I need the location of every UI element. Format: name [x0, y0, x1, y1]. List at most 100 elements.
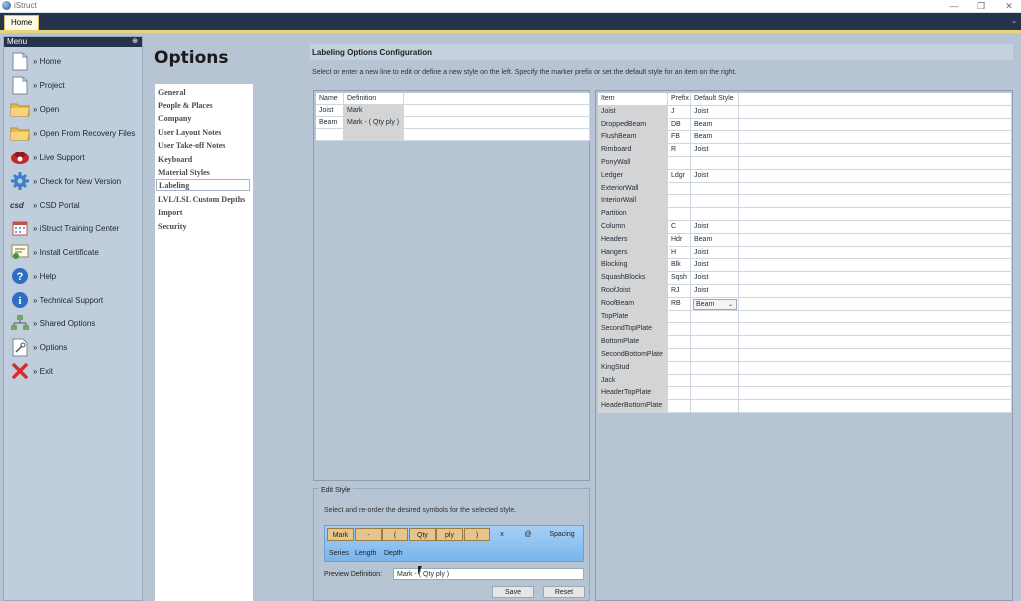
options-nav-user-take-off-notes[interactable]: User Take-off Notes: [158, 141, 225, 150]
style-cell[interactable]: Joist: [691, 220, 739, 233]
style-cell[interactable]: [691, 336, 739, 349]
style-cell[interactable]: Joist: [691, 259, 739, 272]
item-table-row[interactable]: PonyWall: [598, 156, 1012, 170]
item-table-row[interactable]: HeaderTopPlate: [598, 387, 1012, 401]
item-table-row[interactable]: DroppedBeam DB Beam: [598, 118, 1012, 132]
symbol-chip[interactable]: Series: [329, 548, 349, 559]
style-definition-cell[interactable]: [344, 129, 404, 140]
item-table-row[interactable]: Jack: [598, 374, 1012, 388]
style-cell[interactable]: [691, 182, 739, 195]
style-cell[interactable]: [691, 310, 739, 323]
prefix-cell[interactable]: RJ: [668, 284, 691, 297]
save-button[interactable]: Save: [492, 586, 534, 598]
style-cell[interactable]: Joist: [691, 284, 739, 297]
style-cell[interactable]: [691, 208, 739, 221]
item-table-row[interactable]: TopPlate: [598, 310, 1012, 324]
style-name-cell[interactable]: [316, 129, 344, 140]
prefix-cell[interactable]: [668, 374, 691, 387]
close-button[interactable]: ✕: [1001, 0, 1017, 12]
prefix-cell[interactable]: [668, 323, 691, 336]
options-nav-company[interactable]: Company: [158, 114, 191, 123]
prefix-cell[interactable]: Ldgr: [668, 169, 691, 182]
style-cell[interactable]: Beam: [691, 233, 739, 246]
item-table-row[interactable]: Partition: [598, 208, 1012, 221]
symbol-chip[interactable]: x: [492, 528, 512, 541]
filler-cell[interactable]: [404, 117, 590, 128]
style-cell[interactable]: Joist: [691, 169, 739, 182]
style-cell[interactable]: Beam: [691, 118, 739, 131]
prefix-cell[interactable]: RB: [668, 297, 691, 310]
item-table-row[interactable]: KingStud: [598, 361, 1012, 375]
item-table-row[interactable]: BottomPlate: [598, 336, 1012, 349]
style-cell[interactable]: [691, 361, 739, 374]
prefix-cell[interactable]: Blk: [668, 259, 691, 272]
prefix-cell[interactable]: R: [668, 144, 691, 157]
symbol-chip[interactable]: Qty: [409, 528, 436, 541]
menu-item-project[interactable]: » Project: [10, 74, 140, 96]
menu-item-istruct-training-center[interactable]: » iStruct Training Center: [10, 217, 140, 239]
item-table-row[interactable]: Hangers H Joist: [598, 246, 1012, 260]
prefix-cell[interactable]: Sqsh: [668, 272, 691, 285]
style-cell[interactable]: [691, 323, 739, 336]
menu-item-install-certificate[interactable]: » Install Certificate: [10, 241, 140, 263]
prefix-cell[interactable]: FB: [668, 131, 691, 144]
menu-item-shared-options[interactable]: » Shared Options: [10, 312, 140, 334]
item-table-row[interactable]: SecondTopPlate: [598, 323, 1012, 337]
item-table-row[interactable]: HeaderBottomPlate: [598, 400, 1012, 413]
symbol-chip[interactable]: Spacing: [543, 528, 581, 541]
style-cell[interactable]: Joist: [691, 246, 739, 259]
options-nav-material-styles[interactable]: Material Styles: [158, 168, 210, 177]
minimize-button[interactable]: —: [946, 0, 962, 12]
prefix-cell[interactable]: [668, 156, 691, 169]
item-table-row[interactable]: ExteriorWall: [598, 182, 1012, 196]
item-table-row[interactable]: Rimboard R Joist: [598, 144, 1012, 157]
reset-button[interactable]: Reset: [543, 586, 585, 598]
prefix-cell[interactable]: H: [668, 246, 691, 259]
style-name-cell[interactable]: Beam: [316, 117, 344, 128]
prefix-cell[interactable]: [668, 336, 691, 349]
options-nav-import[interactable]: Import: [158, 208, 182, 217]
style-cell[interactable]: Joist: [691, 144, 739, 157]
filler-cell[interactable]: [404, 105, 590, 116]
prefix-cell[interactable]: [668, 361, 691, 374]
menu-item-technical-support[interactable]: i » Technical Support: [10, 289, 140, 311]
symbol-chip[interactable]: Depth: [384, 548, 403, 559]
chevron-down-icon[interactable]: ⌄: [1011, 17, 1017, 25]
tab-home[interactable]: Home: [4, 15, 40, 30]
style-cell[interactable]: [691, 374, 739, 387]
style-definition-cell[interactable]: Mark: [344, 105, 404, 116]
style-name-cell[interactable]: Joist: [316, 105, 344, 116]
style-cell[interactable]: Joist: [691, 272, 739, 285]
item-table-row[interactable]: Joist J Joist: [598, 105, 1012, 119]
default-style-dropdown[interactable]: Beam ⌄: [693, 298, 737, 310]
prefix-cell[interactable]: [668, 208, 691, 221]
menu-item-live-support[interactable]: » Live Support: [10, 146, 140, 168]
symbol-chip[interactable]: Length: [355, 548, 376, 559]
symbol-chip[interactable]: Mark: [327, 528, 354, 541]
symbol-chip[interactable]: -: [355, 528, 382, 541]
style-table-row[interactable]: Beam Mark - ( Qty ply ): [316, 117, 590, 129]
restore-button[interactable]: ❐: [973, 0, 989, 12]
prefix-cell[interactable]: DB: [668, 118, 691, 131]
item-table-row[interactable]: RoofBeam RB Beam ⌄: [598, 297, 1012, 311]
style-cell[interactable]: Joist: [691, 105, 739, 118]
menu-item-csd-portal[interactable]: csd » CSD Portal: [10, 194, 140, 216]
menu-item-check-for-new-version[interactable]: » Check for New Version: [10, 170, 140, 192]
item-table-row[interactable]: Headers Hdr Beam: [598, 233, 1012, 247]
menu-item-open[interactable]: » Open: [10, 98, 140, 120]
filler-cell[interactable]: [404, 129, 590, 140]
options-nav-people-places[interactable]: People & Places: [158, 101, 213, 110]
symbol-chip[interactable]: @: [518, 528, 538, 541]
menu-item-help[interactable]: ? » Help: [10, 265, 140, 287]
options-nav-security[interactable]: Security: [158, 222, 186, 231]
options-nav-general[interactable]: General: [158, 88, 186, 97]
item-table-row[interactable]: Column C Joist: [598, 220, 1012, 234]
prefix-cell[interactable]: J: [668, 105, 691, 118]
item-table-row[interactable]: Ledger Ldgr Joist: [598, 169, 1012, 183]
options-nav-labeling[interactable]: Labeling: [156, 179, 250, 191]
prefix-cell[interactable]: [668, 195, 691, 208]
menu-item-open-from-recovery-files[interactable]: » Open From Recovery Files: [10, 122, 140, 144]
menu-item-exit[interactable]: » Exit: [10, 360, 140, 382]
options-nav-keyboard[interactable]: Keyboard: [158, 155, 192, 164]
style-cell[interactable]: [691, 387, 739, 400]
